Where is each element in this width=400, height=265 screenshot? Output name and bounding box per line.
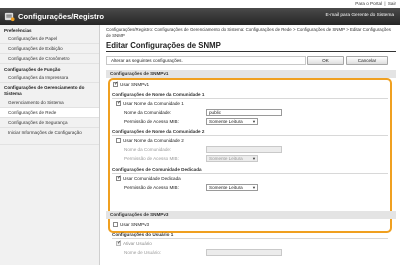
- use-community2-checkbox[interactable]: [116, 138, 121, 143]
- divider: [112, 98, 388, 99]
- divider: [112, 173, 388, 174]
- email-admin-link[interactable]: E-mail para Gerente do Sistema: [325, 13, 394, 18]
- use-snmpv3-checkbox[interactable]: [113, 222, 118, 227]
- title-divider: [106, 51, 396, 52]
- top-links-separator: |: [384, 1, 386, 6]
- top-links: Para o Portal | Sair: [354, 1, 396, 6]
- logout-link[interactable]: Sair: [388, 1, 396, 6]
- portal-link[interactable]: Para o Portal: [355, 1, 382, 6]
- use-dedicated-label: Usar Comunidade Dedicada: [123, 176, 181, 181]
- sidebar-item-paper-settings[interactable]: Configurações de Papel: [0, 34, 99, 44]
- use-community1-checkbox[interactable]: [116, 100, 122, 106]
- sidebar-item-network-settings[interactable]: Configurações de Rede: [0, 108, 99, 118]
- snmpv3-section-header: Configurações de SNMPv3: [106, 211, 396, 219]
- community2-name-input[interactable]: [206, 146, 282, 153]
- sidebar-item-printer-settings[interactable]: Configurações da Impressora: [0, 73, 99, 83]
- sidebar: Preferências Configurações de Papel Conf…: [0, 25, 100, 265]
- sidebar-header-function-settings: Configurações de Função: [4, 67, 61, 72]
- sidebar-item-display-settings[interactable]: Configurações de Exibição: [0, 44, 99, 54]
- settings-registration-icon: [4, 12, 15, 22]
- use-dedicated-checkbox[interactable]: [116, 175, 122, 181]
- app-header: Configurações/Registro E-mail para Geren…: [0, 8, 400, 25]
- cancel-button[interactable]: Cancelar: [346, 56, 388, 65]
- main-content: Configurações/Registro: Configurações de…: [106, 25, 396, 265]
- sidebar-item-system-management[interactable]: Gerenciamento do Sistema: [0, 98, 99, 108]
- dedicated-mib-select[interactable]: Somente Leitura ▼: [206, 184, 258, 191]
- dedicated-mib-value: Somente Leitura: [209, 185, 243, 190]
- community2-section-header: Configurações de Nome da Comunidade 2: [112, 129, 205, 134]
- community2-mib-select[interactable]: Somente Leitura ▼: [206, 155, 258, 162]
- community1-mib-label: Permissão de Acesso MIB:: [124, 119, 179, 124]
- sidebar-item-security-settings[interactable]: Configurações de Segurança: [0, 118, 99, 128]
- use-community1-label: Usar Nome da Comunidade 1: [123, 101, 184, 106]
- community2-mib-label: Permissão de Acesso MIB:: [124, 156, 179, 161]
- divider: [112, 135, 388, 136]
- community1-name-label: Nome da Comunidade:: [124, 110, 172, 115]
- ok-button[interactable]: OK: [307, 56, 344, 65]
- page-title: Editar Configurações de SNMP: [106, 41, 221, 50]
- community1-mib-value: Somente Leitura: [209, 119, 243, 124]
- snmpv1-section-header: Configurações de SNMPv1: [106, 70, 396, 78]
- enable-user-label: Ativar Usuário: [123, 241, 152, 246]
- dedicated-section-header: Configurações de Comunidade Dedicada: [112, 167, 202, 172]
- sidebar-header-system-management: Configurações de Gerenciamento do Sistem…: [4, 85, 85, 96]
- use-snmpv3-label: Usar SNMPv3: [120, 222, 150, 227]
- user1-section-header: Configurações do Usuário 1: [112, 232, 174, 237]
- sidebar-item-timer-settings[interactable]: Configurações de Cronômetro: [0, 54, 99, 64]
- community2-mib-value: Somente Leitura: [209, 156, 243, 161]
- divider: [112, 238, 388, 239]
- breadcrumb: Configurações/Registro: Configurações de…: [106, 27, 391, 38]
- instruction-text: Alterar as seguintes configurações.: [106, 56, 306, 65]
- use-community2-label: Usar Nome da Comunidade 2: [123, 138, 184, 143]
- top-link-bar: Para o Portal | Sair: [0, 0, 400, 8]
- community1-section-header: Configurações de Nome da Comunidade 1: [112, 92, 205, 97]
- chevron-down-icon: ▼: [252, 156, 256, 161]
- use-snmpv1-label: Usar SNMPv1: [120, 82, 150, 87]
- chevron-down-icon: ▼: [252, 185, 256, 190]
- sidebar-header-preferences: Preferências: [4, 28, 32, 33]
- sidebar-item-initialize-settings[interactable]: Iniciar Informações de Configuração: [0, 128, 99, 145]
- chevron-down-icon: ▼: [252, 119, 256, 124]
- user-name-input[interactable]: [206, 249, 282, 256]
- community2-name-label: Nome da Comunidade:: [124, 147, 172, 152]
- use-snmpv1-checkbox[interactable]: [113, 81, 119, 87]
- dedicated-mib-label: Permissão de Acesso MIB:: [124, 185, 179, 190]
- user-name-label: Nome de Usuário:: [124, 250, 162, 255]
- enable-user-checkbox[interactable]: [116, 240, 122, 246]
- community1-mib-select[interactable]: Somente Leitura ▼: [206, 118, 258, 125]
- community1-name-input[interactable]: [206, 109, 282, 116]
- app-title: Configurações/Registro: [18, 12, 105, 21]
